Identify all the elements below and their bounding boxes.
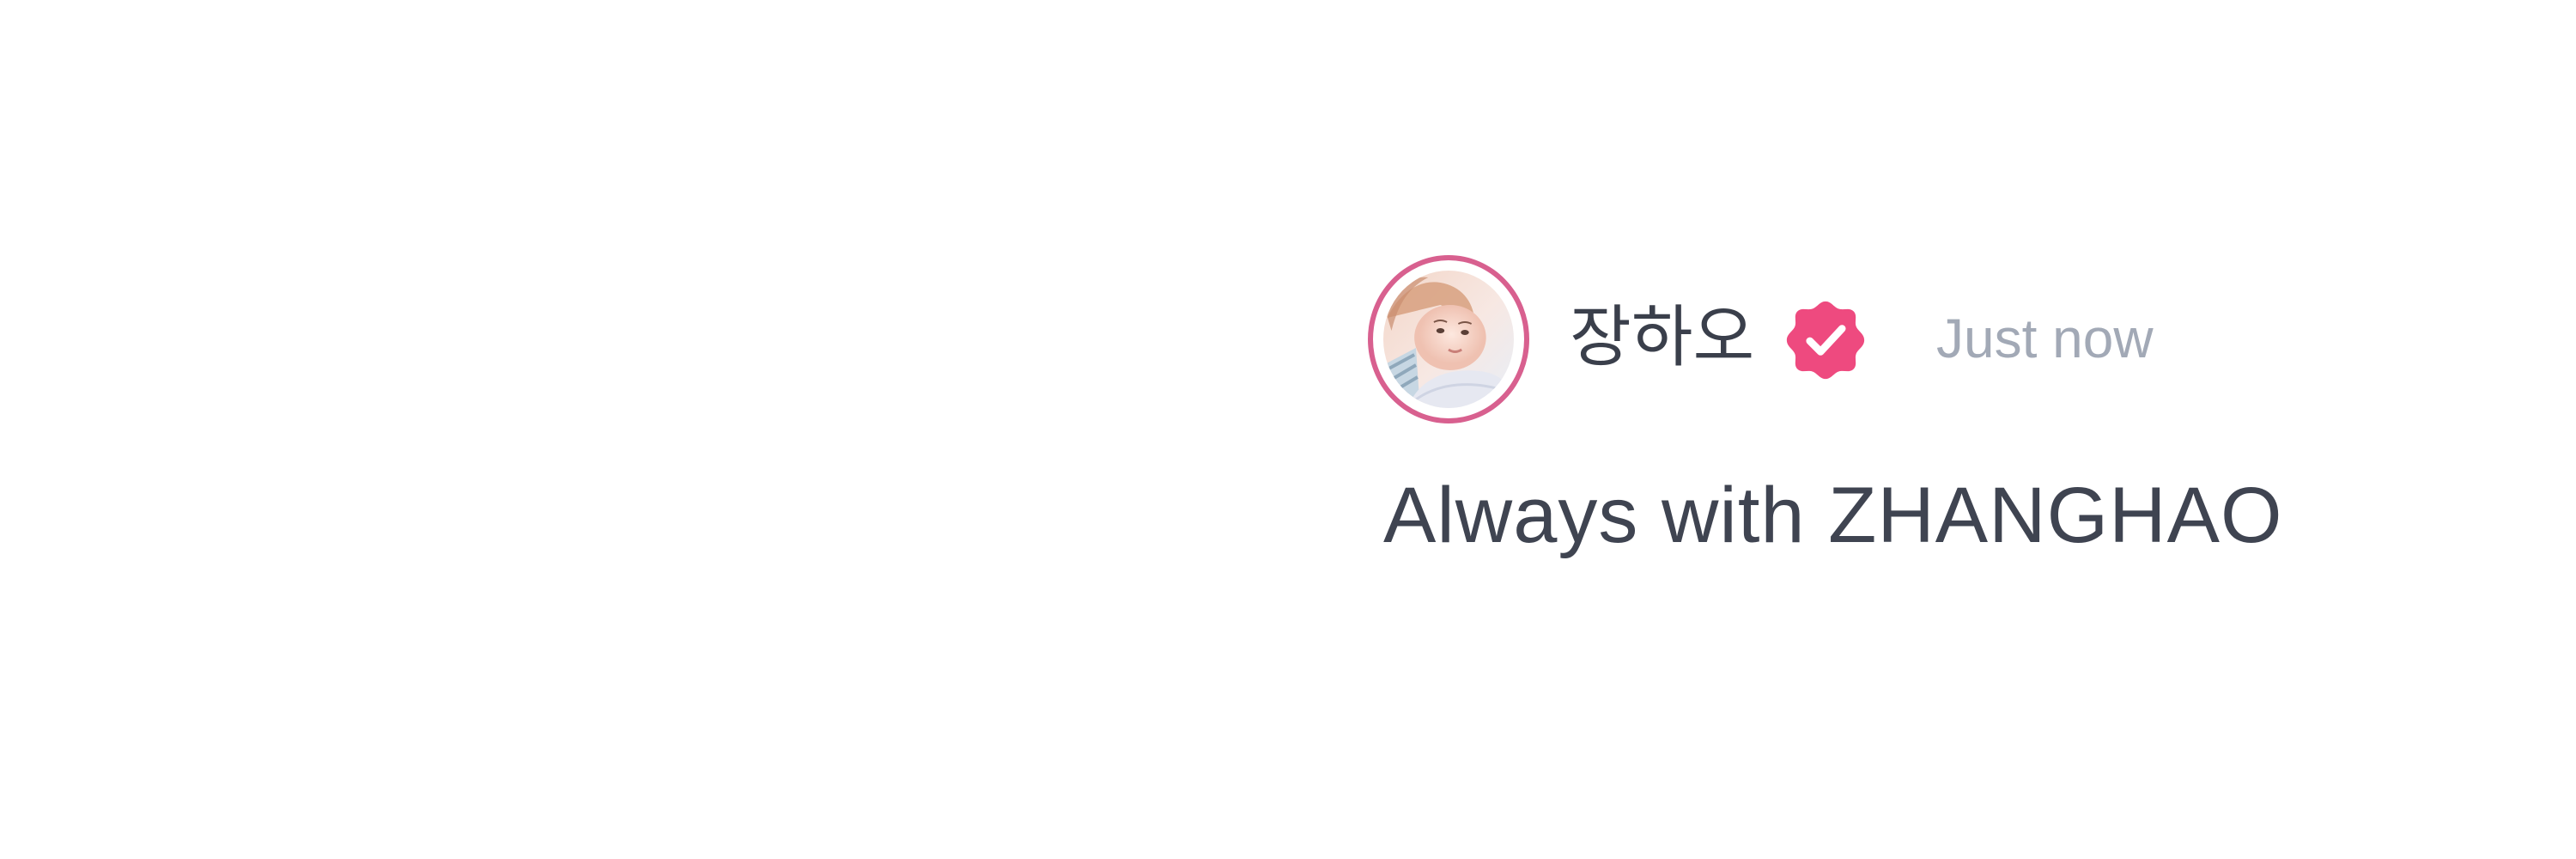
post-header: 장하오 Just now xyxy=(1368,255,2398,423)
verified-badge-icon xyxy=(1784,299,1867,381)
avatar[interactable] xyxy=(1368,255,1529,423)
avatar-photo xyxy=(1383,271,1514,408)
post: 장하오 Just now Always with ZHANGHAO xyxy=(1368,255,2398,564)
post-text: Always with ZHANGHAO xyxy=(1383,472,2283,559)
post-timestamp: Just now xyxy=(1936,308,2154,369)
page: 장하오 Just now Always with ZHANGHAO xyxy=(0,0,2576,859)
author-name[interactable]: 장하오 xyxy=(1570,296,1754,379)
